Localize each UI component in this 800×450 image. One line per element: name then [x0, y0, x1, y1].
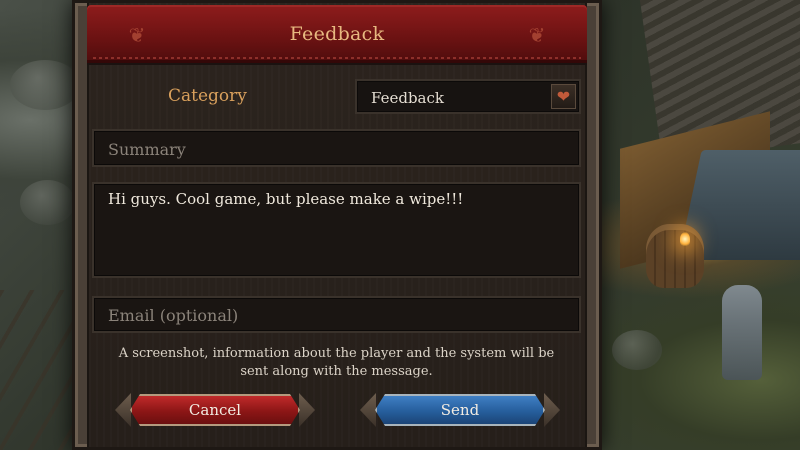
email-placeholder: Email (optional) — [108, 306, 239, 325]
candle-light — [680, 232, 690, 246]
message-text: Hi guys. Cool game, but please make a wi… — [108, 190, 464, 208]
rock-decoration — [10, 60, 80, 110]
category-selected-value: Feedback — [371, 89, 444, 107]
ornament-right-icon: ❦ — [528, 23, 546, 47]
rock-decoration — [20, 180, 75, 225]
email-input[interactable]: Email (optional) — [92, 296, 581, 333]
summary-placeholder: Summary — [108, 140, 186, 159]
rock-decoration — [612, 330, 662, 370]
fence-decoration — [0, 290, 80, 450]
dialog-titlebar: ❦ Feedback ❦ — [87, 5, 587, 65]
barrel — [646, 224, 704, 288]
heart-chevron-down-icon[interactable]: ❤ — [551, 84, 576, 109]
notice-line-2: sent along with the message. — [240, 364, 433, 379]
category-select[interactable]: Feedback ❤ — [355, 79, 581, 114]
category-label: Category — [168, 86, 247, 106]
screenshot-notice: A screenshot, information about the play… — [92, 345, 581, 381]
message-textarea[interactable]: Hi guys. Cool game, but please make a wi… — [92, 182, 581, 278]
notice-line-1: A screenshot, information about the play… — [118, 346, 555, 361]
send-button[interactable]: Send — [375, 394, 545, 426]
summary-input[interactable]: Summary — [92, 129, 581, 167]
npc-character — [722, 285, 762, 380]
cancel-button[interactable]: Cancel — [130, 394, 300, 426]
dialog-title: Feedback — [289, 23, 385, 45]
